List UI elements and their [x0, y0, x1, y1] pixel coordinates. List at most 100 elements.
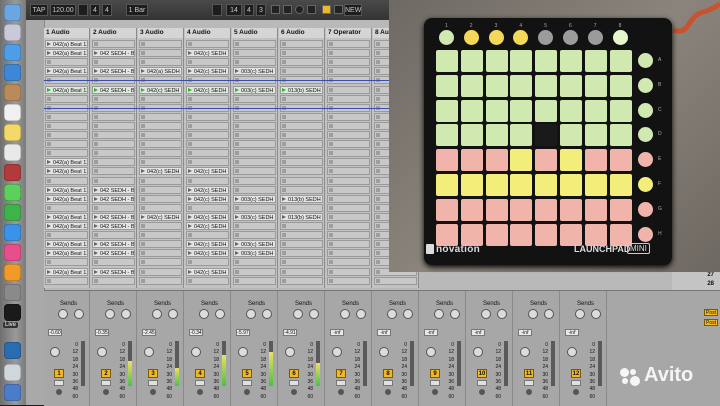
empty-clip-slot[interactable]: [92, 140, 135, 149]
arm-button[interactable]: [56, 389, 62, 395]
empty-clip-slot[interactable]: [186, 121, 229, 130]
clip-slot[interactable]: 042 SEDH - Base: [92, 212, 135, 221]
clip-slot[interactable]: 003(c) SEDH - D: [233, 212, 276, 221]
top-round-button[interactable]: [563, 30, 578, 45]
empty-clip-slot[interactable]: [139, 94, 182, 103]
grid-pad[interactable]: [436, 50, 458, 72]
send-knob[interactable]: [293, 309, 303, 319]
empty-clip-slot[interactable]: [280, 176, 323, 185]
empty-clip-slot[interactable]: [92, 258, 135, 267]
grid-pad[interactable]: [535, 149, 558, 172]
send-knob[interactable]: [591, 309, 601, 319]
volume-readout[interactable]: -0.35: [95, 329, 109, 336]
app-store-icon[interactable]: [4, 224, 21, 241]
clip-slot[interactable]: 042(a) Beat 120E: [45, 212, 88, 221]
volume-fader[interactable]: [598, 341, 602, 386]
empty-clip-slot[interactable]: [280, 267, 323, 276]
quicktime-icon[interactable]: [4, 342, 21, 359]
send-knob[interactable]: [309, 309, 319, 319]
grid-pad[interactable]: [485, 198, 508, 221]
clip-slot[interactable]: 042(a) Beat 120E: [45, 49, 88, 58]
scene-round-button[interactable]: [638, 177, 653, 192]
empty-clip-slot[interactable]: [233, 185, 276, 194]
clip-slot[interactable]: 042 SEDH - Base: [92, 194, 135, 203]
clip-slot[interactable]: 042(a) Beat 120E: [45, 185, 88, 194]
clip-slot[interactable]: 042(c) SEDH - D: [186, 249, 229, 258]
ableton-live-icon[interactable]: [4, 304, 21, 321]
track-title[interactable]: 1 Audio: [44, 28, 89, 38]
empty-clip-slot[interactable]: [92, 121, 135, 130]
pan-knob[interactable]: [426, 347, 436, 357]
arm-button[interactable]: [150, 389, 156, 395]
empty-clip-slot[interactable]: [45, 121, 88, 130]
send-knob[interactable]: [387, 309, 397, 319]
play-button[interactable]: [271, 5, 280, 14]
track-title[interactable]: 2 Audio: [91, 28, 136, 38]
scene-round-button[interactable]: [638, 77, 653, 93]
itunes-icon[interactable]: [4, 244, 21, 261]
empty-clip-slot[interactable]: [327, 267, 370, 276]
solo-button[interactable]: [242, 380, 252, 386]
empty-clip-slot[interactable]: [327, 167, 370, 176]
grid-pad[interactable]: [460, 50, 483, 72]
empty-clip-slot[interactable]: [139, 149, 182, 158]
volume-fader[interactable]: [504, 341, 508, 386]
grid-pad[interactable]: [560, 124, 582, 147]
empty-clip-slot[interactable]: [327, 194, 370, 203]
empty-clip-slot[interactable]: [233, 94, 276, 103]
solo-button[interactable]: [289, 380, 299, 386]
clip-slot[interactable]: 042(c) SEDH - B: [139, 85, 182, 94]
grid-pad[interactable]: [584, 223, 607, 246]
empty-clip-slot[interactable]: [186, 158, 229, 167]
empty-clip-slot[interactable]: [186, 276, 229, 285]
scene-round-button[interactable]: [638, 201, 653, 217]
grid-pad[interactable]: [584, 124, 607, 147]
finder-icon[interactable]: [4, 4, 21, 21]
grid-pad[interactable]: [535, 74, 558, 97]
grid-pad[interactable]: [460, 198, 483, 221]
empty-clip-slot[interactable]: [92, 58, 135, 67]
grid-pad[interactable]: [535, 50, 558, 72]
scene-number[interactable]: 27: [707, 272, 714, 278]
notes-icon[interactable]: [4, 124, 21, 141]
clip-slot[interactable]: 042(a) Beat 120E: [45, 249, 88, 258]
pan-knob[interactable]: [379, 347, 389, 357]
grid-pad[interactable]: [560, 74, 582, 97]
pan-knob[interactable]: [191, 347, 201, 357]
pan-knob[interactable]: [50, 347, 60, 357]
empty-clip-slot[interactable]: [139, 158, 182, 167]
clip-slot[interactable]: 042(c) SEDH - D: [186, 212, 229, 221]
empty-clip-slot[interactable]: [92, 131, 135, 139]
position-sixteenth-field[interactable]: 3: [256, 4, 266, 16]
empty-clip-slot[interactable]: [92, 176, 135, 185]
signature-denominator[interactable]: 4: [102, 4, 112, 16]
grid-pad[interactable]: [560, 174, 582, 196]
empty-clip-slot[interactable]: [186, 94, 229, 103]
clip-slot[interactable]: 042(a) Beat 120E: [45, 85, 88, 94]
clip-slot[interactable]: 042(a) Beat 120E: [45, 267, 88, 276]
empty-clip-slot[interactable]: [139, 267, 182, 276]
solo-button[interactable]: [571, 380, 581, 386]
position-bar-field[interactable]: 14: [226, 4, 242, 16]
track-activator-button[interactable]: 9: [430, 369, 440, 378]
empty-clip-slot[interactable]: [327, 112, 370, 121]
empty-clip-slot[interactable]: [280, 121, 323, 130]
grid-pad[interactable]: [510, 99, 533, 122]
empty-clip-slot[interactable]: [139, 121, 182, 130]
top-round-button[interactable]: [538, 30, 554, 45]
clip-slot[interactable]: 042(c) SEDH - D: [186, 194, 229, 203]
send-knob[interactable]: [105, 309, 115, 319]
empty-clip-slot[interactable]: [280, 249, 323, 258]
track-activator-button[interactable]: 6: [289, 369, 299, 378]
volume-readout[interactable]: -inf: [424, 329, 438, 336]
tap-button[interactable]: TAP: [30, 4, 48, 16]
clip-slot[interactable]: 042(c) SEDH - B: [139, 212, 182, 221]
scene-round-button[interactable]: [638, 226, 653, 242]
empty-clip-slot[interactable]: [139, 203, 182, 212]
grid-pad[interactable]: [436, 198, 458, 221]
clip-slot[interactable]: 042(c) SEDH - D: [186, 185, 229, 194]
empty-clip-slot[interactable]: [139, 276, 182, 285]
solo-button[interactable]: [336, 380, 346, 386]
mail-icon[interactable]: [4, 64, 21, 81]
clip-slot[interactable]: 013(b) SEDH - D: [280, 212, 323, 221]
